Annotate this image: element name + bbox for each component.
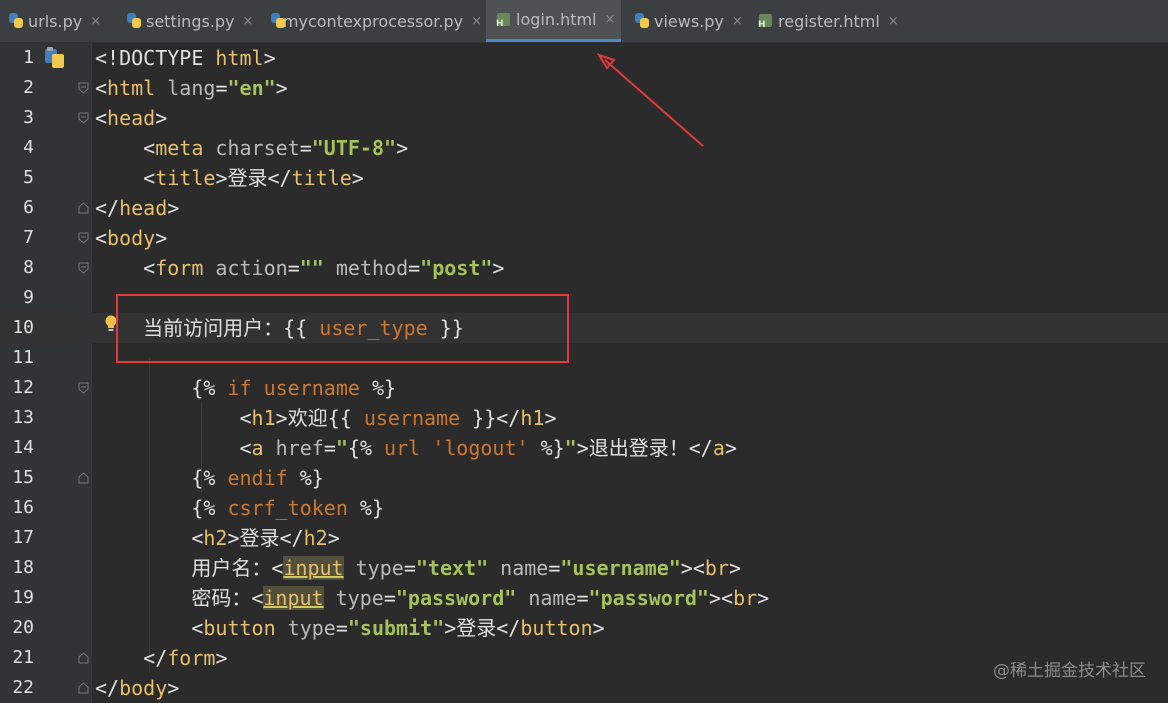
code-line: 17 <h2>登录</h2> — [0, 523, 1168, 553]
line-number: 11 — [12, 347, 34, 368]
line-number: 3 — [23, 107, 34, 128]
line-number: 21 — [12, 647, 34, 668]
line-content: 密码：<input type="password" name="password… — [191, 586, 770, 610]
code-line: 3 <head> — [0, 103, 1168, 133]
line-content: <meta charset="UTF-8"> — [143, 136, 409, 160]
line-content: <!DOCTYPE html> — [95, 46, 276, 70]
code-line: 5 <title>登录</title> — [0, 163, 1168, 193]
line-content: <h1>欢迎{{ username }}</h1> — [239, 406, 557, 430]
line-number: 18 — [12, 557, 34, 578]
code-line: 20 <button type="submit">登录</button> — [0, 613, 1168, 643]
code-line: 6 </head> — [0, 193, 1168, 223]
code-line: 19 密码：<input type="password" name="passw… — [0, 583, 1168, 613]
line-number: 1 — [23, 47, 34, 68]
tab-label: login.html — [516, 10, 597, 29]
line-number: 17 — [12, 527, 34, 548]
line-content: </head> — [95, 196, 180, 220]
fold-open-icon[interactable] — [78, 382, 89, 394]
line-number: 8 — [23, 257, 34, 278]
line-content: <head> — [95, 106, 168, 130]
close-icon[interactable]: × — [732, 14, 743, 29]
line-number: 13 — [12, 407, 34, 428]
code-editor[interactable]: 1 <!DOCTYPE html> 2 <html lang="en"> 3 <… — [0, 43, 1168, 703]
line-number: 16 — [12, 497, 34, 518]
tab-label: views.py — [654, 11, 724, 31]
line-content: 用户名：<input type="text" name="username"><… — [191, 556, 742, 580]
fold-close-icon[interactable] — [78, 472, 89, 484]
code-line: 12 {% if username %} — [0, 373, 1168, 403]
close-icon[interactable]: × — [605, 12, 616, 27]
line-content: </form> — [143, 646, 228, 670]
line-content: <body> — [95, 226, 168, 250]
code-line: 1 <!DOCTYPE html> — [0, 43, 1168, 73]
tab-label: urls.py — [28, 11, 83, 31]
code-line: 16 {% csrf_token %} — [0, 493, 1168, 523]
fold-open-icon[interactable] — [78, 262, 89, 274]
line-number: 7 — [23, 227, 34, 248]
code-line: 18 用户名：<input type="text" name="username… — [0, 553, 1168, 583]
editor-tab-bar: urls.py × settings.py × mycontexprocesso… — [0, 0, 1168, 43]
python-file-icon — [634, 12, 650, 30]
line-number: 19 — [12, 587, 34, 608]
tab-label: mycontexprocessor.py — [282, 11, 464, 31]
tab-login-html[interactable]: H login.html × — [486, 0, 621, 42]
line-content: <form action="" method="post"> — [143, 256, 505, 280]
line-number: 4 — [23, 137, 34, 158]
tab-settings-py[interactable]: settings.py × — [126, 0, 264, 42]
line-content: <a href="{% url 'logout' %}">退出登录！</a> — [239, 436, 737, 460]
line-number: 6 — [23, 197, 34, 218]
line-number: 10 — [12, 317, 34, 338]
fold-open-icon[interactable] — [78, 112, 89, 124]
fold-close-icon[interactable] — [78, 682, 89, 694]
tab-label: settings.py — [146, 11, 235, 31]
tab-label: register.html — [778, 11, 880, 31]
close-icon[interactable]: × — [243, 14, 254, 29]
tab-urls-py[interactable]: urls.py × — [8, 0, 120, 42]
code-line: 7 <body> — [0, 223, 1168, 253]
python-file-icon — [126, 12, 142, 30]
html-file-icon: H — [496, 11, 512, 29]
fold-open-icon[interactable] — [78, 82, 89, 94]
tab-register-html[interactable]: H register.html × — [758, 0, 908, 42]
line-content: <button type="submit">登录</button> — [191, 616, 605, 640]
line-number: 20 — [12, 617, 34, 638]
code-line: 13 <h1>欢迎{{ username }}</h1> — [0, 403, 1168, 433]
python-file-icon — [270, 12, 285, 30]
line-content: {% endif %} — [191, 466, 324, 490]
line-content: {% if username %} — [191, 376, 397, 400]
line-number: 12 — [12, 377, 34, 398]
close-icon[interactable]: × — [471, 14, 482, 29]
html-file-icon: H — [758, 12, 774, 30]
line-content: </body> — [95, 676, 180, 700]
code-line: 4 <meta charset="UTF-8"> — [0, 133, 1168, 163]
line-number: 22 — [12, 677, 34, 698]
close-icon[interactable]: × — [888, 14, 899, 29]
line-content: <h2>登录</h2> — [191, 526, 340, 550]
code-line: 2 <html lang="en"> — [0, 73, 1168, 103]
line-number: 5 — [23, 167, 34, 188]
fold-open-icon[interactable] — [78, 232, 89, 244]
line-number: 14 — [12, 437, 34, 458]
line-number: 2 — [23, 77, 34, 98]
close-icon[interactable]: × — [90, 14, 101, 29]
code-line: 15 {% endif %} — [0, 463, 1168, 493]
line-content: {% csrf_token %} — [191, 496, 384, 520]
line-content: <html lang="en"> — [95, 76, 288, 100]
tab-views-py[interactable]: views.py × — [634, 0, 746, 42]
tab-mycontexprocessor-py[interactable]: mycontexprocessor.py × — [270, 0, 482, 42]
line-number: 9 — [23, 287, 34, 308]
fold-close-icon[interactable] — [78, 202, 89, 214]
code-line: 8 <form action="" method="post"> — [0, 253, 1168, 283]
fold-close-icon[interactable] — [78, 652, 89, 664]
annotation-box — [116, 294, 569, 363]
code-lines: 1 <!DOCTYPE html> 2 <html lang="en"> 3 <… — [0, 43, 1168, 703]
code-line: 14 <a href="{% url 'logout' %}">退出登录！</a… — [0, 433, 1168, 463]
line-number: 15 — [12, 467, 34, 488]
line-content: <title>登录</title> — [143, 166, 364, 190]
python-file-icon — [8, 12, 24, 30]
watermark: @稀土掘金技术社区 — [993, 661, 1146, 681]
